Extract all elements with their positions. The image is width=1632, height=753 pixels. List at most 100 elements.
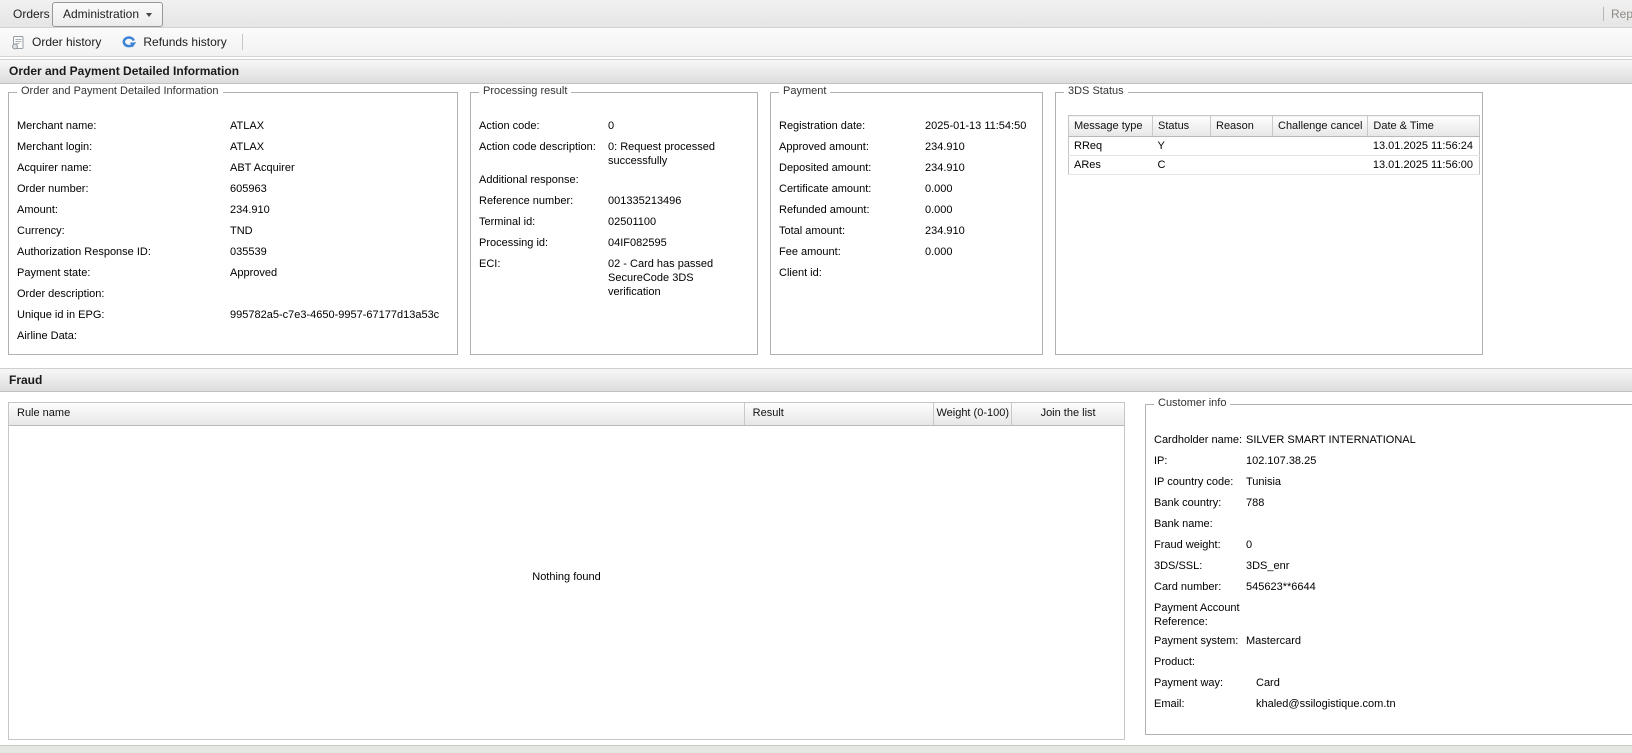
field-value: 001335213496 [608, 194, 748, 210]
refunds-history-label: Refunds history [143, 35, 226, 49]
field-value: 102.107.38.25 [1246, 454, 1627, 470]
info-row: Card number:545623**6644 [1154, 580, 1627, 596]
payment-legend: Payment [779, 85, 830, 97]
info-row: Acquirer name:ABT Acquirer [17, 161, 448, 177]
processing-result-legend: Processing result [479, 85, 571, 97]
refunds-history-button[interactable]: Refunds history [112, 30, 235, 54]
field-value: 035539 [230, 245, 448, 261]
field-label: Certificate amount: [779, 182, 925, 198]
info-row: Product: [1154, 655, 1627, 671]
tab-administration[interactable]: Administration [52, 2, 163, 27]
field-label: Payment state: [17, 266, 230, 282]
field-label: Product: [1154, 655, 1246, 671]
info-row: IP country code:Tunisia [1154, 475, 1627, 491]
field-value [1246, 655, 1627, 671]
field-value: 234.910 [925, 224, 1033, 240]
column-header-result[interactable]: Result [745, 403, 935, 425]
field-value: ATLAX [230, 140, 448, 156]
order-history-label: Order history [32, 35, 101, 49]
field-label: Order number: [17, 182, 230, 198]
field-label: IP: [1154, 454, 1246, 470]
field-label: Merchant login: [17, 140, 230, 156]
field-label: Reference number: [479, 194, 608, 210]
column-header-reason[interactable]: Reason [1211, 116, 1273, 137]
payment-fieldset: Payment Registration date:2025-01-13 11:… [770, 92, 1043, 355]
table-row[interactable]: RReq Y 13.01.2025 11:56:24 [1069, 137, 1480, 156]
cell-status: Y [1153, 137, 1211, 156]
field-value: 995782a5-c7e3-4650-9957-67177d13a53c [230, 308, 448, 324]
order-history-button[interactable]: Order history [2, 30, 110, 54]
customer-info-legend: Customer info [1154, 397, 1230, 409]
column-header-status[interactable]: Status [1153, 116, 1211, 137]
top-tab-bar: Orders Administration Repo [0, 0, 1632, 28]
field-label: Order description: [17, 287, 230, 303]
order-history-icon [11, 35, 26, 50]
column-header-rule-name[interactable]: Rule name [9, 403, 745, 425]
three-ds-fieldset: 3DS Status Message type Status Reason Ch… [1055, 92, 1483, 355]
tab-administration-label: Administration [63, 3, 139, 26]
three-ds-table: Message type Status Reason Challenge can… [1068, 115, 1480, 175]
field-value [230, 329, 448, 345]
info-row: Airline Data: [17, 329, 448, 345]
empty-state-message: Nothing found [9, 571, 1124, 583]
field-value: 04IF082595 [608, 236, 748, 252]
processing-result-fieldset: Processing result Action code:0 Action c… [470, 92, 758, 355]
info-row: Additional response: [479, 173, 748, 189]
refunds-history-icon [121, 34, 137, 50]
info-row: Order number:605963 [17, 182, 448, 198]
column-header-challenge-cancel[interactable]: Challenge cancel [1273, 116, 1368, 137]
column-header-date-time[interactable]: Date & Time [1368, 116, 1480, 137]
field-value: 0 [1246, 538, 1627, 554]
page-title: Order and Payment Detailed Information [0, 59, 1632, 84]
field-value: 3DS_enr [1246, 559, 1627, 575]
column-header-join-the-list[interactable]: Join the list [1012, 403, 1124, 425]
chevron-down-icon [146, 13, 152, 17]
table-row[interactable]: ARes C 13.01.2025 11:56:00 [1069, 156, 1480, 175]
info-row: Unique id in EPG:995782a5-c7e3-4650-9957… [17, 308, 448, 324]
column-header-weight[interactable]: Weight (0-100) [934, 403, 1012, 425]
field-label: Total amount: [779, 224, 925, 240]
info-row: Action code:0 [479, 119, 748, 135]
cell-reason [1211, 137, 1273, 156]
field-value [230, 287, 448, 303]
fraud-rules-grid: Rule name Result Weight (0-100) Join the… [8, 402, 1125, 740]
info-row: Deposited amount:234.910 [779, 161, 1033, 177]
field-label: Payment Account Reference: [1154, 601, 1246, 629]
info-row: Bank country:788 [1154, 496, 1627, 512]
field-value [608, 173, 748, 189]
field-label: Bank country: [1154, 496, 1246, 512]
field-label: Registration date: [779, 119, 925, 135]
field-label: Unique id in EPG: [17, 308, 230, 324]
field-value: Card [1246, 676, 1627, 692]
info-row: Order description: [17, 287, 448, 303]
info-row: Total amount:234.910 [779, 224, 1033, 240]
info-row: Amount:234.910 [17, 203, 448, 219]
column-header-message-type[interactable]: Message type [1069, 116, 1153, 137]
field-value [925, 266, 1033, 282]
field-value: Mastercard [1246, 634, 1627, 650]
field-value [1246, 601, 1627, 629]
field-label: IP country code: [1154, 475, 1246, 491]
field-label: Deposited amount: [779, 161, 925, 177]
reports-link[interactable]: Repo [1611, 0, 1632, 28]
field-value: 605963 [230, 182, 448, 198]
info-row: Registration date:2025-01-13 11:54:50 [779, 119, 1033, 135]
field-value: Tunisia [1246, 475, 1627, 491]
status-bar [0, 745, 1632, 753]
field-label: Email: [1154, 697, 1246, 713]
field-value: TND [230, 224, 448, 240]
field-label: Currency: [17, 224, 230, 240]
info-row: Processing id:04IF082595 [479, 236, 748, 252]
field-value [1246, 517, 1627, 533]
field-label: Bank name: [1154, 517, 1246, 533]
field-label: Additional response: [479, 173, 608, 189]
toolbar-separator [242, 34, 243, 50]
cell-message-type: RReq [1069, 137, 1153, 156]
field-label: Refunded amount: [779, 203, 925, 219]
field-label: Action code description: [479, 140, 608, 168]
field-value: 2025-01-13 11:54:50 [925, 119, 1033, 135]
three-ds-header-row: Message type Status Reason Challenge can… [1069, 116, 1480, 137]
field-label: Approved amount: [779, 140, 925, 156]
field-label: Card number: [1154, 580, 1246, 596]
field-label: ECI: [479, 257, 608, 299]
